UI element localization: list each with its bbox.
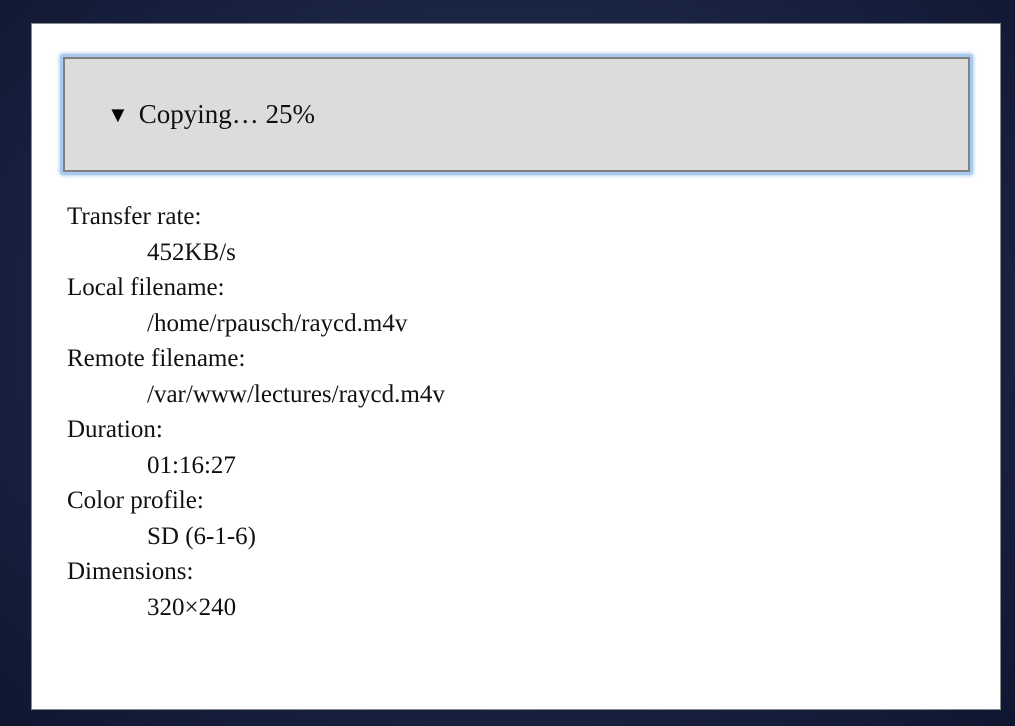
dimensions-label: Dimensions: <box>67 558 194 585</box>
transfer-rate-value: 452KB/s <box>147 238 236 266</box>
transfer-details-panel: ▼ Copying… 25% Transfer rate: 452KB/s Lo… <box>31 23 1001 710</box>
remote-filename-value: /var/www/lectures/raycd.m4v <box>147 380 445 408</box>
transfer-rate-label: Transfer rate: <box>67 203 202 230</box>
color-profile-value: SD (6-1-6) <box>147 522 257 550</box>
dimensions-value: 320×240 <box>147 593 237 621</box>
copying-progress-label: Copying… 25% <box>138 99 316 129</box>
duration-value: 01:16:27 <box>147 451 236 479</box>
local-filename-value: /home/rpausch/raycd.m4v <box>147 309 408 337</box>
disclosure-triangle-down-icon[interactable]: ▼ <box>107 103 129 126</box>
local-filename-label: Local filename: <box>67 274 225 301</box>
summary-box[interactable]: ▼ Copying… 25% <box>63 57 970 172</box>
duration-label: Duration: <box>67 416 163 443</box>
copying-disclosure-summary[interactable]: ▼ Copying… 25% <box>60 54 973 175</box>
remote-filename-label: Remote filename: <box>67 345 246 372</box>
transfer-details-list: Transfer rate: 452KB/s Local filename: /… <box>67 199 445 625</box>
color-profile-label: Color profile: <box>67 487 204 514</box>
